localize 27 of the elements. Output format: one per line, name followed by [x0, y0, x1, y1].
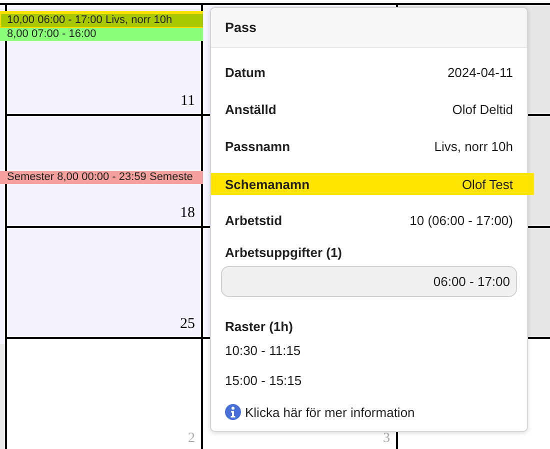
more-info-link[interactable]: Klicka här för mer information — [245, 404, 415, 420]
calendar-event[interactable]: 10,00 06:00 - 17:00 Livs, norr 10h — [0, 13, 205, 28]
field-value: Olof Test — [462, 176, 513, 192]
day-number: 25 — [180, 316, 195, 333]
break-time: 15:00 - 15:15 — [225, 372, 303, 390]
section-title: Raster (1h) — [225, 319, 294, 334]
field-value: 10 (06:00 - 17:00) — [410, 213, 513, 228]
task-item[interactable]: 06:00 - 17:00 — [221, 266, 517, 297]
section-title: Arbetsuppgifter (1) — [225, 245, 343, 260]
field-label: Datum — [225, 65, 266, 80]
field-label: Passnamn — [225, 139, 290, 154]
field-value: Olof Deltid — [452, 102, 513, 117]
popup-title: Pass — [225, 20, 257, 35]
field-label: Arbetstid — [225, 213, 282, 228]
day-number: 3 — [383, 431, 390, 447]
field-label: Anställd — [225, 102, 276, 117]
field-value: 2024-04-11 — [447, 65, 513, 80]
day-number: 11 — [180, 93, 195, 110]
field-value: Livs, norr 10h — [434, 139, 513, 154]
calendar-event[interactable]: 8,00 07:00 - 16:00 — [0, 28, 205, 41]
day-number: 18 — [180, 205, 195, 222]
field-label: Schemanamn — [225, 176, 310, 192]
day-number: 2 — [188, 431, 195, 447]
info-icon — [225, 404, 241, 420]
calendar-cell[interactable]: 25 — [5, 228, 203, 339]
break-time: 10:30 - 11:15 — [225, 342, 302, 360]
calendar-event[interactable]: Semester 8,00 00:00 - 23:59 Semeste — [0, 171, 205, 184]
